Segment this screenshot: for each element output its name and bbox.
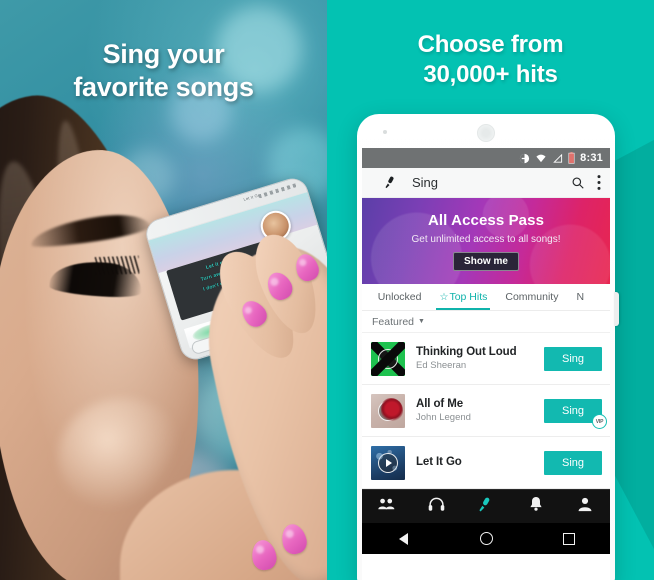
status-bar-clock: 8:31 [580, 152, 603, 164]
dnd-icon [519, 153, 530, 164]
left-promo-panel: Let It Go Let it go, let it go Turn away… [0, 0, 327, 580]
album-art [371, 341, 405, 376]
list-item[interactable]: Thinking Out Loud Ed Sheeran Sing [362, 333, 610, 385]
all-access-pass-banner[interactable]: All Access Pass Get unlimited access to … [362, 198, 610, 284]
right-promo-panel: Choose from 30,000+ hits 8:31 Sing All A… [327, 0, 654, 580]
screenshot-root: Let It Go Let it go, let it go Turn away… [0, 0, 654, 580]
app-bottom-nav [362, 489, 610, 523]
android-status-bar: 8:31 [362, 148, 610, 168]
play-icon[interactable] [378, 400, 398, 421]
right-headline: Choose from 30,000+ hits [327, 30, 654, 90]
bell-icon [529, 496, 543, 517]
recents-square-icon [562, 532, 575, 545]
home-circle-icon [479, 532, 493, 545]
banner-title: All Access Pass [427, 211, 545, 229]
tab-owned[interactable]: ed [362, 284, 369, 310]
tab-label: Unlocked [377, 291, 422, 303]
song-title: All of Me [416, 398, 464, 410]
right-headline-line2: 30,000+ hits [423, 60, 558, 88]
tab-label: Top Hits [449, 291, 488, 303]
phone-screen: 8:31 Sing All Access Pass Get unlimited … [362, 148, 610, 580]
song-meta: Thinking Out Loud Ed Sheeran [416, 346, 544, 371]
app-toolbar: Sing [362, 168, 610, 198]
chevron-down-icon: ▼ [418, 318, 425, 325]
featured-filter[interactable]: Featured ▼ [362, 311, 610, 333]
overflow-menu-icon[interactable] [597, 175, 601, 190]
bokeh-circle [170, 80, 232, 142]
microphone-icon [477, 496, 494, 518]
tab-label: Community [505, 291, 559, 303]
nav-item-notifications[interactable] [511, 496, 561, 517]
star-icon: ☆ [439, 291, 449, 303]
play-icon[interactable] [378, 348, 398, 369]
nav-item-sing[interactable] [461, 496, 511, 518]
song-artist: Ed Sheeran [416, 360, 467, 371]
nav-item-profile[interactable] [560, 497, 610, 517]
back-button[interactable] [362, 532, 445, 545]
bokeh-circle [216, 6, 302, 92]
tab-community[interactable]: Community [496, 284, 567, 310]
show-me-button[interactable]: Show me [453, 251, 519, 271]
nav-item-listen[interactable] [412, 496, 462, 517]
vip-badge: VIP [592, 414, 607, 429]
album-art [371, 393, 405, 428]
tab-unlocked[interactable]: Unlocked [369, 284, 431, 310]
tab-top-hits[interactable]: ☆ Top Hits [430, 284, 496, 310]
phone-mockup: 8:31 Sing All Access Pass Get unlimited … [357, 114, 619, 580]
tab-label: N [576, 291, 585, 303]
sing-button[interactable]: Sing [544, 346, 602, 371]
play-icon[interactable] [378, 452, 398, 473]
back-triangle-icon [398, 532, 408, 545]
right-headline-line1: Choose from [417, 31, 564, 58]
people-icon [378, 497, 395, 516]
home-button[interactable] [445, 532, 528, 545]
signal-icon [552, 153, 563, 164]
wifi-icon [535, 153, 547, 164]
headphones-icon [428, 496, 445, 517]
banner-subtitle: Get unlimited access to all songs! [411, 233, 561, 245]
power-button[interactable] [614, 292, 619, 326]
song-meta: Let It Go [416, 456, 544, 470]
recents-button[interactable] [527, 532, 610, 545]
album-art [371, 445, 405, 480]
tab-new[interactable]: N [567, 284, 584, 310]
song-title: Thinking Out Loud [416, 346, 517, 358]
song-artist: John Legend [416, 412, 471, 423]
song-title: Let It Go [416, 455, 462, 468]
app-title: Sing [412, 175, 439, 190]
song-list: Thinking Out Loud Ed Sheeran Sing All of… [362, 333, 610, 489]
song-meta: All of Me John Legend [416, 398, 544, 423]
nav-item-friends[interactable] [362, 497, 412, 516]
search-icon[interactable] [571, 176, 585, 190]
microphone-icon [383, 175, 398, 190]
person-icon [578, 497, 592, 517]
category-tab-bar: ed Unlocked ☆ Top Hits Community N [362, 284, 610, 311]
android-system-nav [362, 523, 610, 554]
sing-button[interactable]: Sing [544, 450, 602, 475]
list-item[interactable]: All of Me John Legend Sing VIP [362, 385, 610, 437]
featured-filter-label: Featured [372, 315, 415, 328]
front-camera-icon [383, 130, 387, 134]
list-item[interactable]: Let It Go Sing [362, 437, 610, 489]
battery-icon [568, 152, 575, 164]
earpiece-speaker [477, 124, 495, 142]
